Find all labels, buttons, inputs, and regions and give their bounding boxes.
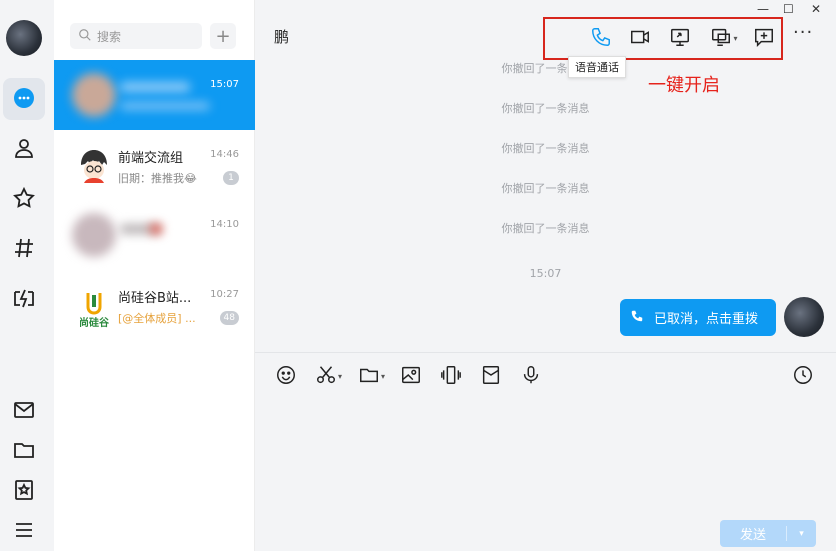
send-button[interactable]: 发送 ▾ <box>720 520 816 547</box>
history-button[interactable] <box>792 363 814 389</box>
maximize-button[interactable]: ☐ <box>783 2 794 16</box>
add-button[interactable]: + <box>210 23 236 49</box>
chevron-down-icon[interactable]: ▾ <box>787 529 816 539</box>
recall-notice: 你撤回了一条消息 <box>501 102 590 115</box>
search-input[interactable]: 搜索 <box>70 23 202 49</box>
nav-chat[interactable] <box>3 78 45 120</box>
conversation-name: 尚硅谷B站... <box>118 291 192 306</box>
nav-channels[interactable] <box>3 228 45 270</box>
recall-notice: 你撤回了一条消息 <box>501 142 590 155</box>
recall-notice: 你撤回了一条消息 <box>501 62 590 75</box>
vibrate-icon <box>440 364 462 389</box>
conversation-time: 14:10 <box>210 219 239 230</box>
image-button[interactable] <box>400 363 422 389</box>
shake-button[interactable] <box>440 363 462 389</box>
mail-icon <box>12 398 36 425</box>
voice-call-tooltip: 语音通话 <box>568 56 626 78</box>
highlight-box <box>543 17 783 60</box>
send-label: 发送 <box>739 528 766 543</box>
nav-menu[interactable] <box>3 510 45 551</box>
conversation-last-message: [@全体成员] ... <box>118 312 196 325</box>
chat-panel: 鹏 — ☐ ✕ ▾ ··· 你撤回了一条消息 你撤回了一条消息 你撤回了一条消息… <box>255 0 836 551</box>
hamburger-icon <box>12 518 36 545</box>
hashtag-icon <box>12 236 36 263</box>
nav-games[interactable] <box>3 278 45 320</box>
recall-notice: 你撤回了一条消息 <box>501 182 590 195</box>
search-placeholder: 搜索 <box>97 29 122 44</box>
close-button[interactable]: ✕ <box>811 2 821 16</box>
recall-notice: 你撤回了一条消息 <box>501 222 590 235</box>
chat-header: 鹏 — ☐ ✕ ▾ ··· <box>255 0 836 62</box>
emoji-icon <box>275 364 297 389</box>
unread-badge: 48 <box>219 311 239 325</box>
nav-rail <box>0 0 54 551</box>
star-icon <box>12 186 36 213</box>
screenshot-button[interactable]: ▾ <box>315 363 342 389</box>
conversation-avatar: 尚硅谷 <box>72 283 116 329</box>
message-timestamp: 15:07 <box>529 267 562 280</box>
conversation-avatar <box>72 73 116 117</box>
conversation-last-message: 旧期：推推我😂 <box>118 172 197 185</box>
message-input-area[interactable]: ▾ ▾ 发送 ▾ <box>255 352 836 551</box>
chat-icon <box>12 86 36 113</box>
conversation-avatar <box>72 213 116 257</box>
folder-icon <box>358 364 380 389</box>
conversation-item[interactable]: 尚硅谷 尚硅谷B站... 10:27 [@全体成员] ... 48 <box>54 270 255 340</box>
conversation-item[interactable]: 15:07 <box>54 60 255 130</box>
chat-title: 鹏 <box>274 28 290 46</box>
more-options-button[interactable]: ··· <box>793 22 813 43</box>
conversation-time: 14:46 <box>210 149 239 160</box>
folder-icon <box>12 438 36 465</box>
conversation-item[interactable]: 前端交流组 14:46 旧期：推推我😂 1 <box>54 130 255 200</box>
image-icon <box>400 364 422 389</box>
lightning-icon <box>12 286 36 313</box>
clock-icon <box>792 364 814 389</box>
user-avatar[interactable] <box>6 20 42 56</box>
bookmark-star-icon <box>12 478 36 505</box>
red-packet-icon <box>480 364 502 389</box>
unread-badge: 1 <box>223 171 239 185</box>
conversation-time: 10:27 <box>210 289 239 300</box>
call-message-bubble[interactable]: 已取消，点击重拨 <box>620 299 776 336</box>
chevron-down-icon: ▾ <box>381 371 386 381</box>
person-icon <box>12 136 36 163</box>
nav-files[interactable] <box>3 430 45 472</box>
minimize-button[interactable]: — <box>757 2 769 16</box>
search-icon <box>78 28 97 45</box>
blurred-name <box>120 82 190 92</box>
blurred-message <box>120 102 210 110</box>
conversation-item[interactable]: 14:10 <box>54 200 255 270</box>
nav-favorites[interactable] <box>3 178 45 220</box>
self-avatar <box>784 297 824 337</box>
nav-contacts[interactable] <box>3 128 45 170</box>
nav-mail[interactable] <box>3 390 45 432</box>
chevron-down-icon: ▾ <box>338 371 343 381</box>
phone-icon <box>630 309 654 327</box>
plus-icon: + <box>215 25 231 47</box>
emoji-button[interactable] <box>275 363 297 389</box>
voice-message-button[interactable] <box>520 363 542 389</box>
conversation-list: 搜索 + 15:07 前端交流组 14:46 旧期：推推我😂 1 14:10 尚… <box>54 0 255 551</box>
blurred-emoji <box>150 224 162 234</box>
microphone-icon <box>520 364 542 389</box>
conversation-avatar <box>72 143 116 187</box>
red-packet-button[interactable] <box>480 363 502 389</box>
conversation-time: 15:07 <box>210 79 239 90</box>
conversation-name: 前端交流组 <box>118 151 184 166</box>
call-bubble-text: 已取消，点击重拨 <box>654 312 759 327</box>
logo-text: 尚硅谷 <box>79 318 109 329</box>
scissors-icon <box>315 364 337 389</box>
nav-collections[interactable] <box>3 470 45 512</box>
annotation-label: 一键开启 <box>648 75 720 96</box>
file-button[interactable]: ▾ <box>358 363 385 389</box>
